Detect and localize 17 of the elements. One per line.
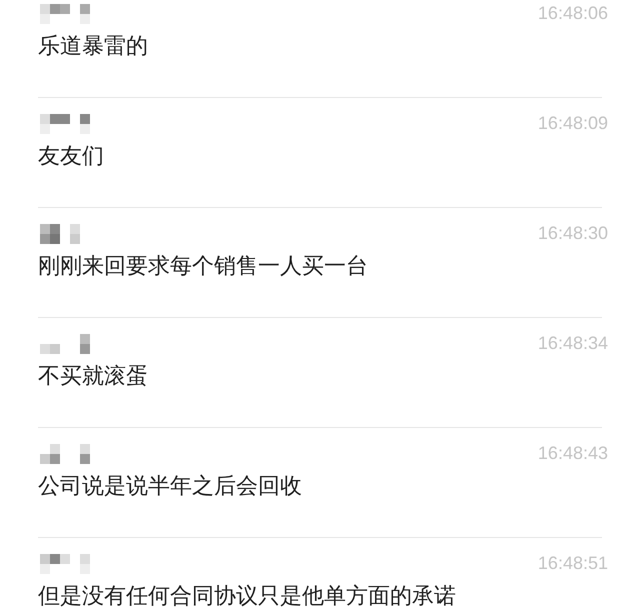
blurred-name-icon xyxy=(38,554,92,574)
message-time: 16:48:06 xyxy=(538,3,608,24)
blurred-name-icon xyxy=(38,334,92,354)
blurred-name-icon xyxy=(38,4,92,24)
message-time: 16:48:09 xyxy=(538,113,608,134)
message-text: 刚刚来回要求每个销售一人买一台 xyxy=(38,253,369,281)
message-time: 16:48:34 xyxy=(538,333,608,354)
message-text: 不买就滚蛋 xyxy=(38,363,149,391)
message-text: 友友们 xyxy=(38,143,105,171)
message-text: 乐道暴雷的 xyxy=(38,33,149,61)
message-text: 公司说是说半年之后会回收 xyxy=(38,473,303,501)
message-text: 但是没有任何合同协议只是他单方面的承诺 xyxy=(38,583,457,611)
message-time: 16:48:30 xyxy=(538,223,608,244)
message-time: 16:48:51 xyxy=(538,553,608,574)
message-time: 16:48:43 xyxy=(538,443,608,464)
blurred-name-icon xyxy=(38,444,92,464)
blurred-name-icon xyxy=(38,114,92,134)
